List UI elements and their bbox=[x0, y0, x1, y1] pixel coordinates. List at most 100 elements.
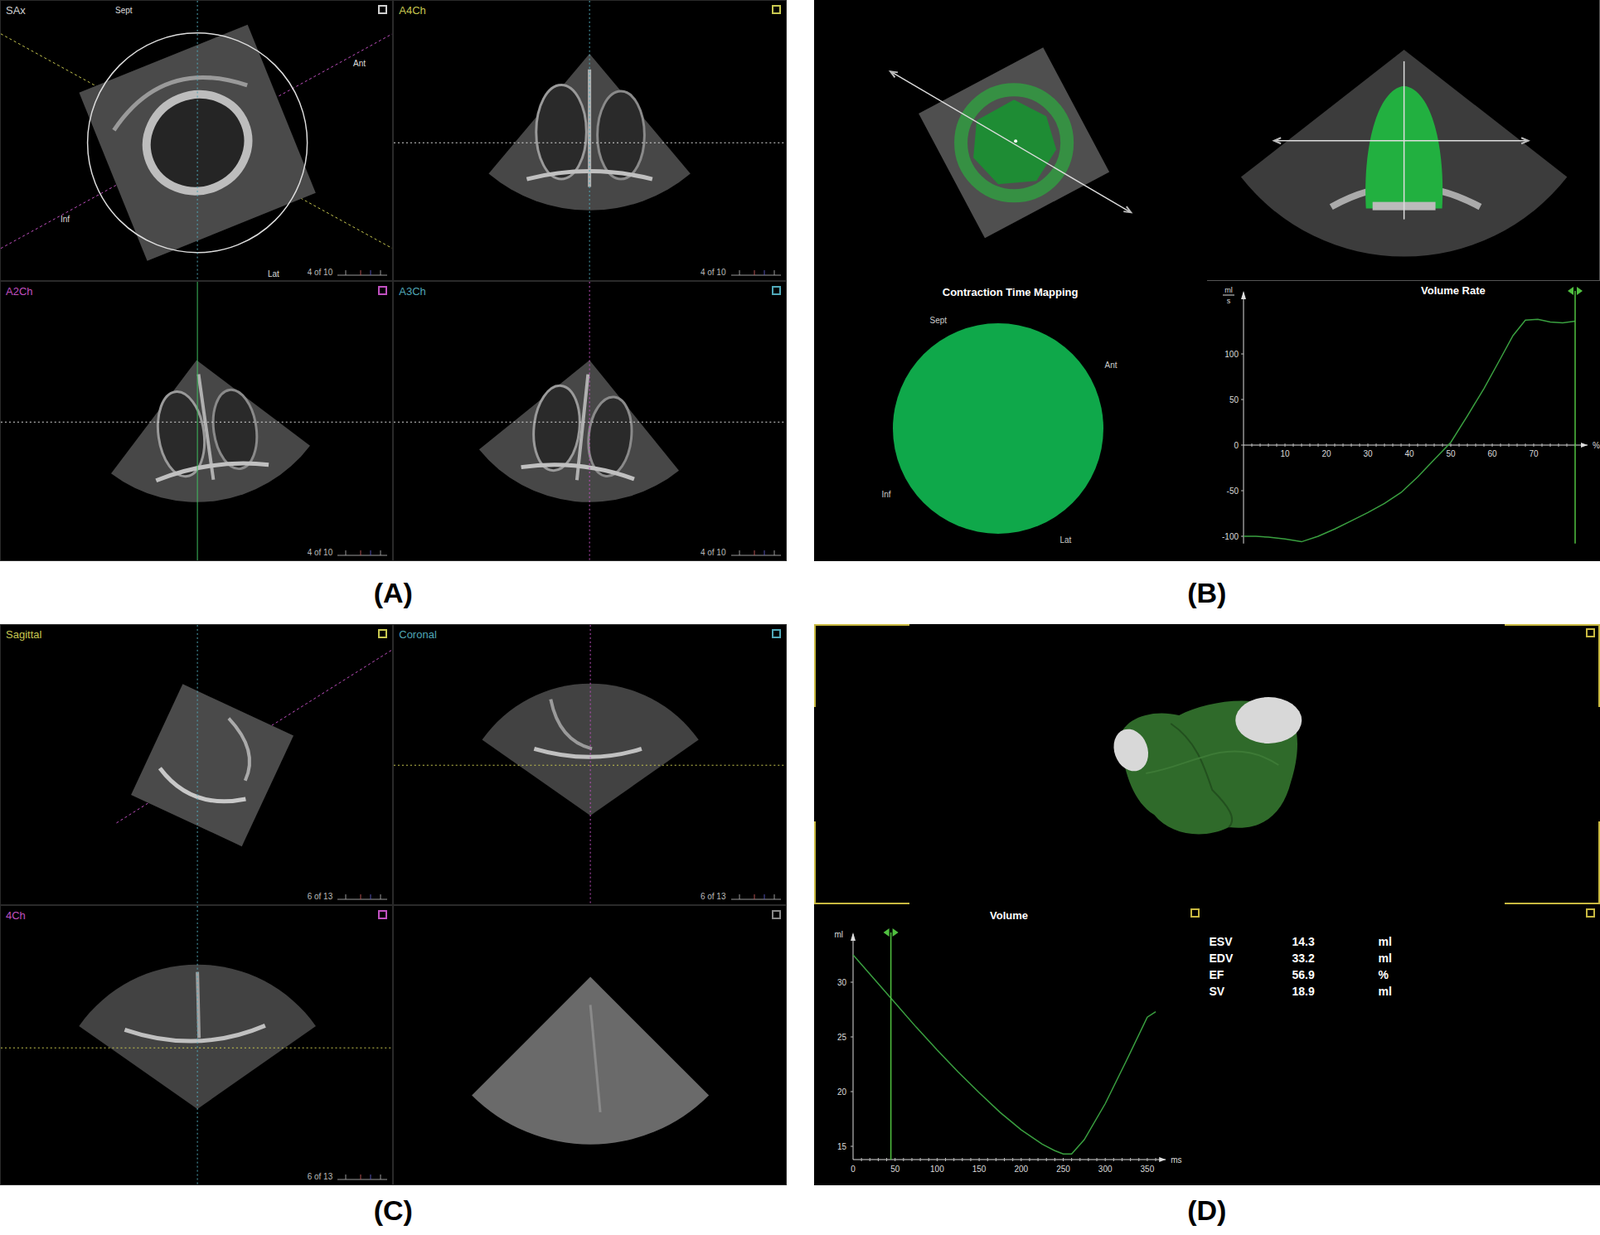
y-tick: 100 bbox=[1224, 349, 1239, 359]
y-tick: 30 bbox=[836, 978, 847, 988]
orientation-label: Sept bbox=[930, 314, 948, 327]
volume-render[interactable] bbox=[1207, 0, 1600, 282]
frame-scale-icon bbox=[731, 548, 781, 558]
volume-section: 050100150200250300350ms30252015mlVolumeE… bbox=[814, 904, 1600, 1186]
viewport[interactable]: SAxSeptAntInfLat4 of 10 bbox=[0, 0, 393, 282]
orientation-label: Lat bbox=[267, 267, 280, 281]
view-square-icon[interactable] bbox=[378, 910, 388, 920]
stat-name: EF bbox=[1209, 967, 1293, 983]
panel-d: 050100150200250300350ms30252015mlVolumeE… bbox=[814, 624, 1600, 1186]
panel: Sagittal6 of 13Coronal6 of 134Ch6 of 13(… bbox=[0, 624, 787, 1235]
stat-unit: % bbox=[1378, 967, 1421, 983]
frame-counter: 6 of 13 bbox=[307, 892, 388, 902]
stat-name: EDV bbox=[1209, 950, 1293, 966]
y-unit: ml bbox=[1224, 286, 1233, 295]
viewport-image bbox=[0, 281, 393, 562]
viewport-image bbox=[393, 0, 786, 281]
view-square-icon[interactable] bbox=[771, 629, 781, 639]
crosshair bbox=[393, 625, 786, 905]
y-tick: -50 bbox=[1226, 486, 1239, 496]
x-tick: 70 bbox=[1528, 449, 1539, 459]
ultrasound-image bbox=[475, 349, 690, 512]
x-unit: % bbox=[1592, 441, 1600, 451]
x-tick: 250 bbox=[1056, 1164, 1071, 1174]
viewport[interactable]: A3Ch4 of 10 bbox=[392, 281, 786, 563]
frame-corner bbox=[814, 821, 910, 905]
viewport[interactable]: Sagittal6 of 13 bbox=[0, 624, 393, 906]
orientation-label: Lat bbox=[1060, 533, 1072, 547]
x-tick: 100 bbox=[930, 1164, 945, 1174]
frame-scale-icon bbox=[337, 1173, 388, 1182]
y-tick: 20 bbox=[836, 1087, 847, 1097]
orientation-label: Inf bbox=[60, 213, 70, 226]
y-tick: 50 bbox=[1229, 395, 1240, 405]
view-square-icon[interactable] bbox=[1585, 908, 1596, 918]
y-unit: ml bbox=[833, 930, 844, 940]
double-arrow-icon[interactable] bbox=[1274, 137, 1529, 144]
y-tick: 15 bbox=[836, 1142, 847, 1152]
crosshair bbox=[0, 281, 393, 562]
viewport[interactable]: A2Ch4 of 10 bbox=[0, 281, 393, 563]
x-tick: 10 bbox=[1280, 449, 1290, 459]
viewport[interactable]: 4Ch6 of 13 bbox=[0, 905, 393, 1187]
view-square-icon[interactable] bbox=[378, 629, 388, 639]
short-axis-render[interactable] bbox=[814, 0, 1208, 282]
panel: Contraction Time MappingSeptAntInfLat102… bbox=[814, 0, 1600, 625]
panel-label: (B) bbox=[814, 561, 1600, 625]
frame-scale-icon bbox=[731, 268, 781, 277]
frame-text: 4 of 10 bbox=[700, 267, 727, 278]
volume-rate-panel: 10203040506070%100500-50-100mlsVolume Ra… bbox=[1207, 281, 1600, 563]
frame-text: 6 of 13 bbox=[700, 892, 727, 902]
frame-counter: 4 of 10 bbox=[307, 267, 388, 278]
view-square-icon[interactable] bbox=[771, 910, 781, 920]
viewport-image bbox=[0, 0, 393, 281]
frame-scale-icon bbox=[731, 892, 781, 902]
frame-text: 6 of 13 bbox=[307, 1172, 334, 1183]
crosshair bbox=[0, 906, 393, 1186]
viewport[interactable] bbox=[392, 905, 786, 1187]
panel-b: Contraction Time MappingSeptAntInfLat102… bbox=[814, 0, 1600, 562]
view-square-icon[interactable] bbox=[378, 286, 388, 296]
panel: SAxSeptAntInfLat4 of 10A4Ch4 of 10A2Ch4 … bbox=[0, 0, 787, 625]
stat-unit: ml bbox=[1378, 950, 1421, 966]
y-tick: 0 bbox=[1233, 441, 1239, 451]
view-square-icon[interactable] bbox=[771, 286, 781, 296]
short-axis-image bbox=[814, 0, 1208, 282]
viewport-image bbox=[393, 906, 786, 1186]
crosshair bbox=[393, 0, 786, 281]
panel-label: (C) bbox=[0, 1185, 787, 1235]
view-square-icon[interactable] bbox=[1190, 908, 1200, 918]
panel: 050100150200250300350ms30252015mlVolumeE… bbox=[814, 624, 1600, 1235]
frame-scale-icon bbox=[337, 268, 388, 277]
double-arrow-icon[interactable] bbox=[890, 71, 1131, 213]
stat-value: 33.2 bbox=[1292, 950, 1379, 966]
view-label: A2Ch bbox=[5, 285, 34, 299]
frame-scale-icon bbox=[337, 548, 388, 558]
stat-value: 18.9 bbox=[1292, 984, 1379, 999]
cursor-marker[interactable] bbox=[882, 928, 898, 1160]
viewport[interactable]: Coronal 6 of 13 bbox=[392, 624, 786, 906]
x-tick: 50 bbox=[890, 1164, 901, 1174]
x-tick: 20 bbox=[1321, 449, 1332, 459]
view-square-icon[interactable] bbox=[378, 4, 388, 15]
cursor-marker[interactable] bbox=[1567, 286, 1583, 544]
view-square-icon[interactable] bbox=[771, 4, 781, 15]
frame-text: 4 of 10 bbox=[307, 267, 334, 278]
stat-unit: ml bbox=[1378, 984, 1421, 999]
volume-image bbox=[1207, 0, 1600, 281]
viewport-image bbox=[393, 281, 786, 562]
x-tick: 60 bbox=[1487, 449, 1498, 459]
orientation-label: Ant bbox=[353, 57, 366, 70]
view-label: A3Ch bbox=[398, 285, 427, 299]
view-square-icon[interactable] bbox=[1585, 628, 1596, 638]
contraction-map-disc bbox=[892, 323, 1104, 534]
view-label: Coronal bbox=[398, 628, 437, 642]
surface-render[interactable] bbox=[814, 624, 1600, 905]
stats-table: ESV14.3mlEDV33.2mlEF56.9%SV18.9ml bbox=[1209, 934, 1600, 999]
frame-text: 6 of 13 bbox=[307, 892, 334, 902]
frame-counter: 6 of 13 bbox=[700, 892, 781, 902]
viewport[interactable]: A4Ch4 of 10 bbox=[392, 0, 786, 282]
volume-chart-panel: 050100150200250300350ms30252015mlVolume bbox=[814, 904, 1205, 1186]
viewport-image bbox=[0, 906, 393, 1186]
panel-a: SAxSeptAntInfLat4 of 10A4Ch4 of 10A2Ch4 … bbox=[0, 0, 787, 562]
